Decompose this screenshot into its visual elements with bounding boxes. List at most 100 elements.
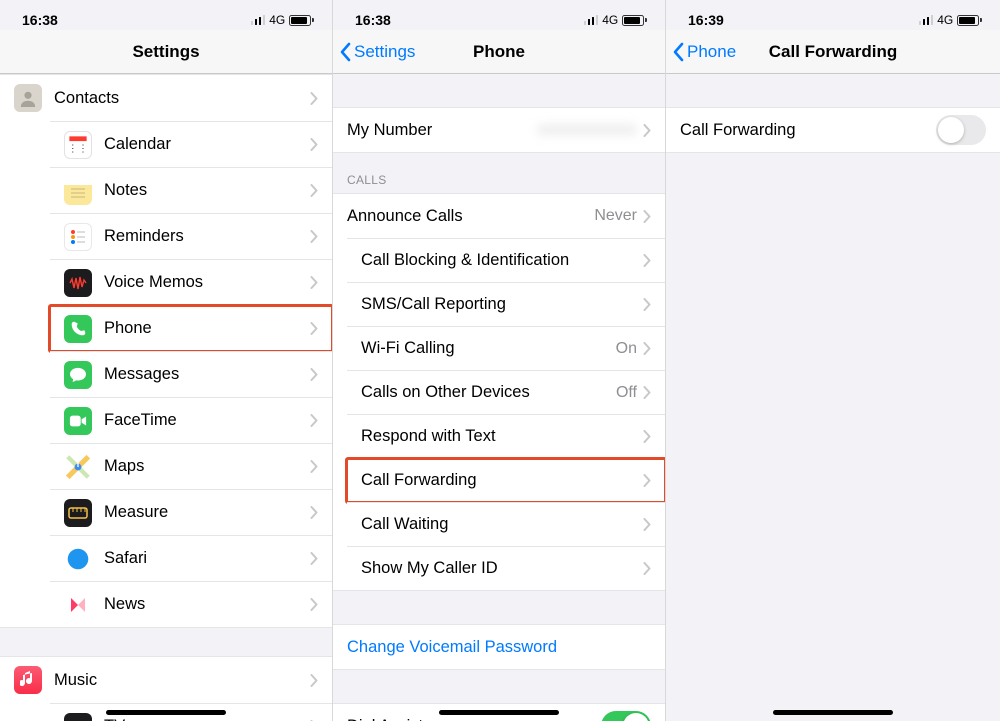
- list-area[interactable]: My Number xxxxxxxxxxx CALLS Announce Cal…: [333, 74, 665, 721]
- home-indicator[interactable]: [106, 710, 226, 715]
- back-button[interactable]: Settings: [339, 30, 415, 73]
- settings-music[interactable]: Music: [0, 657, 332, 703]
- safari-icon: [64, 545, 92, 573]
- row-label: Messages: [104, 365, 310, 384]
- chevron-right-icon: [643, 386, 651, 399]
- nav-bar: Settings Phone: [333, 30, 665, 74]
- my-number-label: My Number: [347, 121, 538, 140]
- network-label: 4G: [602, 13, 618, 27]
- facetime-icon: [64, 407, 92, 435]
- settings-calendar[interactable]: ⋮⋮Calendar: [50, 121, 332, 167]
- row-label: Phone: [104, 319, 310, 338]
- phone-my-number[interactable]: My Number xxxxxxxxxxx: [333, 108, 665, 152]
- chevron-right-icon: [643, 518, 651, 531]
- back-label: Settings: [354, 42, 415, 62]
- news-icon: [64, 591, 92, 619]
- chevron-right-icon: [310, 368, 318, 381]
- nav-title: Call Forwarding: [769, 42, 897, 62]
- chevron-left-icon: [339, 42, 351, 62]
- settings-facetime[interactable]: FaceTime: [50, 397, 332, 443]
- screen-phone: 16:38 4G Settings Phone My Number xxxxxx…: [333, 0, 666, 721]
- chevron-right-icon: [310, 138, 318, 151]
- dial-assist-toggle[interactable]: [601, 711, 651, 721]
- row-label: Announce Calls: [347, 207, 594, 226]
- phone-announce-calls[interactable]: Announce CallsNever: [333, 194, 665, 238]
- screen-call-forwarding: 16:39 4G Phone Call Forwarding Call Forw…: [666, 0, 1000, 721]
- row-label: Contacts: [54, 89, 310, 108]
- row-label: Voice Memos: [104, 273, 310, 292]
- dial-assist-label: Dial Assist: [347, 717, 601, 721]
- status-bar: 16:38 4G: [0, 10, 332, 30]
- row-label: FaceTime: [104, 411, 310, 430]
- signal-icon: [251, 15, 266, 25]
- battery-icon: [289, 15, 314, 26]
- battery-icon: [622, 15, 647, 26]
- phone-call-waiting[interactable]: Call Waiting: [347, 502, 665, 546]
- settings-contacts[interactable]: Contacts: [0, 75, 332, 121]
- settings-news[interactable]: News: [50, 581, 332, 627]
- settings-notes[interactable]: Notes: [50, 167, 332, 213]
- chevron-right-icon: [643, 124, 651, 137]
- phone-show-caller-id[interactable]: Show My Caller ID: [347, 546, 665, 590]
- phone-wifi-calling[interactable]: Wi-Fi CallingOn: [347, 326, 665, 370]
- voicemail-label: Change Voicemail Password: [347, 638, 651, 657]
- home-indicator[interactable]: [439, 710, 559, 715]
- settings-voice-memos[interactable]: Voice Memos: [50, 259, 332, 305]
- settings-safari[interactable]: Safari: [50, 535, 332, 581]
- phone-icon: [64, 315, 92, 343]
- row-label: Notes: [104, 181, 310, 200]
- chevron-right-icon: [310, 230, 318, 243]
- phone-respond-text[interactable]: Respond with Text: [347, 414, 665, 458]
- list-area[interactable]: Call Forwarding: [666, 74, 1000, 721]
- signal-icon: [584, 15, 599, 25]
- row-label: TV: [104, 717, 310, 721]
- chevron-right-icon: [643, 474, 651, 487]
- row-label: Wi-Fi Calling: [361, 339, 616, 358]
- nav-bar: Phone Call Forwarding: [666, 30, 1000, 74]
- chevron-right-icon: [643, 562, 651, 575]
- chevron-right-icon: [643, 342, 651, 355]
- chevron-right-icon: [310, 552, 318, 565]
- my-number-value: xxxxxxxxxxx: [538, 121, 637, 139]
- back-button[interactable]: Phone: [672, 30, 736, 73]
- row-label: Measure: [104, 503, 310, 522]
- calls-section-header: CALLS: [333, 153, 665, 193]
- contacts-icon: [14, 84, 42, 112]
- network-label: 4G: [937, 13, 953, 27]
- list-area[interactable]: Contacts ⋮⋮Calendar Notes Reminders Voice Me…: [0, 74, 332, 721]
- screen-settings: 16:38 4G Settings Contacts ⋮⋮Calendar Note…: [0, 0, 333, 721]
- chevron-right-icon: [310, 414, 318, 427]
- status-right: 4G: [251, 13, 314, 27]
- row-label: Call Blocking & Identification: [361, 251, 643, 270]
- settings-messages[interactable]: Messages: [50, 351, 332, 397]
- status-time: 16:38: [355, 12, 391, 28]
- chevron-right-icon: [643, 298, 651, 311]
- chevron-right-icon: [643, 430, 651, 443]
- change-voicemail-password[interactable]: Change Voicemail Password: [333, 625, 665, 669]
- phone-calls-other-devices[interactable]: Calls on Other DevicesOff: [347, 370, 665, 414]
- phone-sms-reporting[interactable]: SMS/Call Reporting: [347, 282, 665, 326]
- call-forwarding-label: Call Forwarding: [680, 121, 936, 140]
- row-label: Call Waiting: [361, 515, 643, 534]
- signal-icon: [919, 15, 934, 25]
- status-time: 16:39: [688, 12, 724, 28]
- chevron-right-icon: [310, 276, 318, 289]
- settings-reminders[interactable]: Reminders: [50, 213, 332, 259]
- settings-maps[interactable]: Maps: [50, 443, 332, 489]
- settings-measure[interactable]: Measure: [50, 489, 332, 535]
- row-label: Safari: [104, 549, 310, 568]
- row-label: Calendar: [104, 135, 310, 154]
- status-bar: 16:38 4G: [333, 10, 665, 30]
- chevron-right-icon: [310, 598, 318, 611]
- nav-title: Phone: [473, 42, 525, 62]
- home-indicator[interactable]: [773, 710, 893, 715]
- settings-phone[interactable]: Phone: [50, 305, 332, 351]
- phone-call-blocking[interactable]: Call Blocking & Identification: [347, 238, 665, 282]
- row-label: Calls on Other Devices: [361, 383, 616, 402]
- chevron-left-icon: [672, 42, 684, 62]
- tv-icon: tv: [64, 713, 92, 721]
- call-forwarding-toggle[interactable]: [936, 115, 986, 145]
- phone-call-forwarding[interactable]: Call Forwarding: [347, 458, 665, 502]
- nav-bar: Settings: [0, 30, 332, 74]
- status-bar: 16:39 4G: [666, 10, 1000, 30]
